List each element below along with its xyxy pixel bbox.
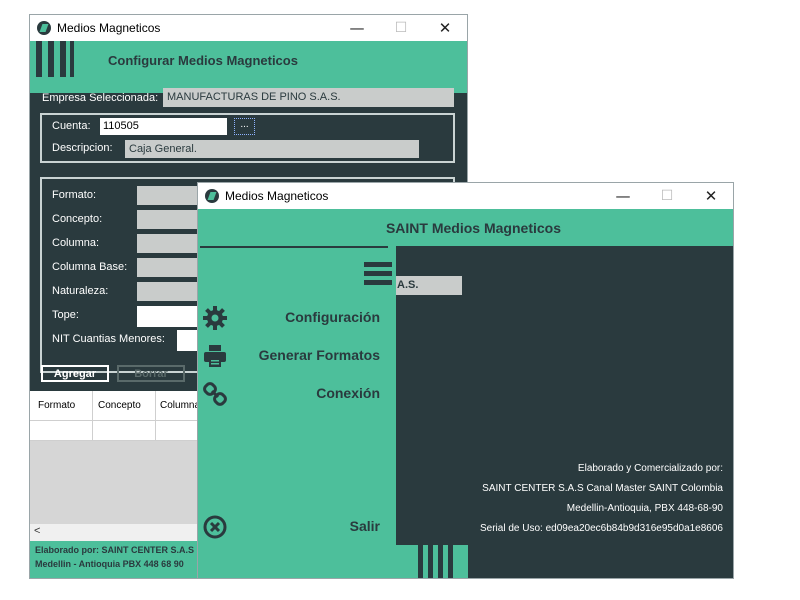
empresa-field-fragment: A.S. [394,276,462,295]
sidebar-item-label: Configuración [285,309,380,325]
concepto-label: Concepto: [52,213,103,225]
link-icon [202,381,228,407]
decor-stripe [428,545,433,578]
credits-line-1: Elaborado y Comercializado por: [577,463,723,474]
table-row[interactable] [30,421,200,441]
back-window-titlebar[interactable]: Medios Magneticos — ☐ ✕ [30,15,467,41]
close-button[interactable]: ✕ [689,183,733,209]
window-title: Medios Magneticos [225,189,329,203]
minimize-button[interactable]: — [335,15,379,41]
decor-stripe [48,41,54,77]
sidebar-item-label: Conexión [316,385,380,401]
formato-label: Formato: [52,189,97,201]
agregar-button[interactable]: Agregar [41,365,109,382]
front-window: Medios Magneticos — ☐ ✕ SAINT Medios Mag… [198,183,733,578]
decor-stripe [70,41,74,77]
minimize-button[interactable]: — [601,183,645,209]
descripcion-label: Descripcion: [52,142,113,154]
maximize-button[interactable]: ☐ [379,15,423,41]
grid-header: Formato Concepto Columna [30,391,200,421]
divider [92,421,93,440]
sidebar-item-generar-formatos[interactable]: Generar Formatos [198,339,394,373]
gear-icon [202,305,228,331]
divider [92,391,93,420]
grid-header-concepto[interactable]: Concepto [98,400,141,411]
data-grid[interactable]: Formato Concepto Columna < [30,391,200,541]
naturaleza-label: Naturaleza: [52,285,109,297]
divider [155,391,156,420]
app-logo-icon [37,21,51,35]
cuenta-label: Cuenta: [52,120,91,132]
sidebar-item-conexion[interactable]: Conexión [198,377,394,411]
decor-stripe [418,545,423,578]
serial-number: Serial de Uso: ed09ea20ec6b84b9d316e95d0… [480,523,723,534]
descripcion-field: Caja General. [125,140,419,158]
browse-button[interactable]: ... [234,118,255,135]
decor-stripe [60,41,66,77]
close-circle-icon [202,514,228,540]
app-logo-icon [205,189,219,203]
hamburger-icon [364,261,392,285]
page-title: Configurar Medios Magneticos [108,53,298,68]
credits-line-2: SAINT CENTER S.A.S Canal Master SAINT Co… [482,483,723,494]
sidebar-item-salir[interactable]: Salir [198,510,394,544]
borrar-button[interactable]: Borrar [117,365,185,382]
sidebar-item-configuracion[interactable]: Configuración [198,301,394,335]
grid-header-columna[interactable]: Columna [160,400,200,411]
tope-label: Tope: [52,309,79,321]
empresa-field: MANUFACTURAS DE PINO S.A.S. [163,88,454,107]
window-title: Medios Magneticos [57,21,161,35]
sidebar-divider [200,246,388,248]
columna-label: Columna: [52,237,100,249]
nit-label: NIT Cuantias Menores: [52,333,165,345]
sidebar-item-label: Salir [349,518,380,534]
app-title: SAINT Medios Magneticos [385,220,561,236]
divider [155,421,156,440]
maximize-button[interactable]: ☐ [645,183,689,209]
empresa-label: Empresa Seleccionada: [42,92,159,104]
header-band: SAINT Medios Magneticos [198,209,733,246]
printer-icon [202,343,228,369]
columna-base-label: Columna Base: [52,261,128,273]
horizontal-scrollbar[interactable]: < [30,524,200,541]
hamburger-menu-button[interactable] [364,261,392,285]
cuenta-input[interactable]: 110505 [100,118,227,135]
front-window-titlebar[interactable]: Medios Magneticos — ☐ ✕ [198,183,733,209]
header-band: Configurar Medios Magneticos [30,41,467,93]
scroll-left-arrow-icon[interactable]: < [34,525,40,537]
footer-line-2: Medellin - Antioquia PBX 448 68 90 [35,559,184,569]
bottom-decor [396,545,468,578]
sidebar: Configuración Generar Formatos Conexión … [198,246,396,578]
decor-stripe [448,545,453,578]
footer-line-1: Elaborado por: SAINT CENTER S.A.S [35,545,195,555]
sidebar-item-label: Generar Formatos [258,347,380,363]
grid-header-formato[interactable]: Formato [38,400,75,411]
credits-line-3: Medellin-Antioquia, PBX 448-68-90 [566,503,723,514]
decor-stripe [438,545,443,578]
decor-stripe [36,41,42,77]
close-button[interactable]: ✕ [423,15,467,41]
